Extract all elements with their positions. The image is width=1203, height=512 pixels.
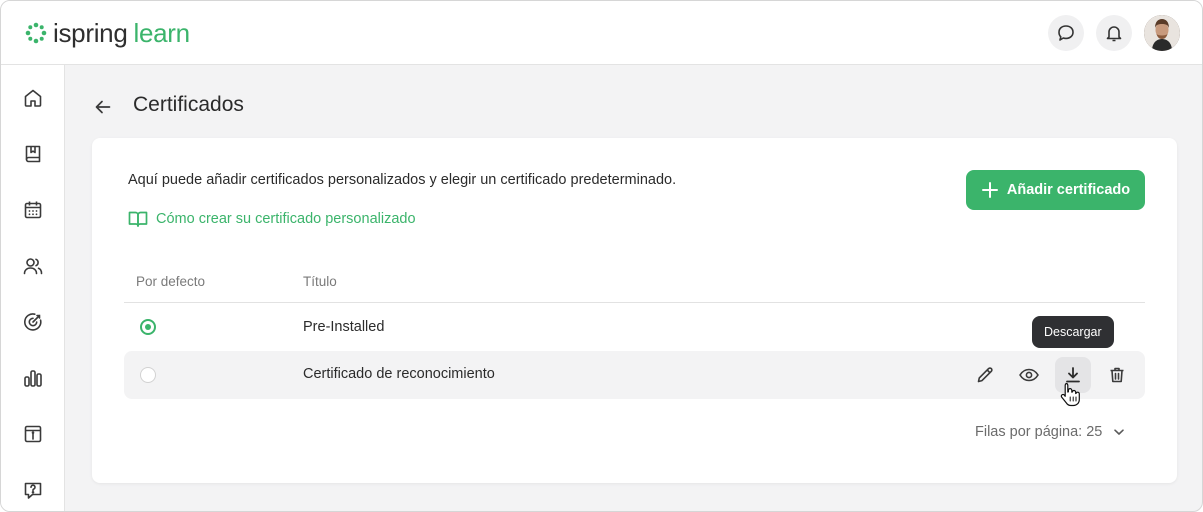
table-row[interactable]: Certificado de reconocimiento (124, 351, 1145, 399)
trash-icon (1110, 367, 1124, 383)
intro-text: Aquí puede añadir certificados personali… (128, 172, 677, 188)
sidebar-item-calendar[interactable] (19, 196, 47, 224)
sidebar-item-goals[interactable] (19, 308, 47, 336)
download-tooltip: Descargar (1032, 316, 1114, 348)
default-radio-selected[interactable] (140, 319, 156, 335)
sidebar-item-reports[interactable] (19, 364, 47, 392)
howto-link[interactable]: Cómo crear su certificado personalizado (128, 210, 416, 228)
rows-per-page-selector[interactable]: Filas por página: 25 (975, 424, 1126, 440)
top-header: ispring learn (1, 1, 1202, 65)
target-icon (24, 313, 42, 331)
sidebar-item-home[interactable] (19, 84, 47, 112)
open-book-icon (128, 211, 148, 227)
help-chat-icon (24, 482, 42, 499)
book-icon (25, 145, 41, 163)
default-radio[interactable] (140, 367, 156, 383)
rows-per-page-label: Filas por página: (975, 424, 1083, 440)
rows-per-page-value: 25 (1086, 424, 1103, 440)
chevron-down-icon (1114, 429, 1125, 435)
pencil-icon (977, 367, 993, 383)
certificate-title: Pre-Installed (303, 319, 385, 335)
chat-button[interactable] (1048, 15, 1084, 51)
avatar[interactable] (1144, 15, 1180, 51)
sidebar-item-info[interactable] (19, 420, 47, 448)
edit-button[interactable] (967, 357, 1003, 393)
home-icon (24, 89, 42, 107)
certificate-title: Certificado de reconocimiento (303, 366, 495, 382)
back-button[interactable] (91, 95, 115, 119)
chat-icon (1058, 25, 1074, 41)
add-certificate-button[interactable]: Añadir certificado (966, 170, 1145, 210)
sidebar-item-users[interactable] (19, 252, 47, 280)
arrow-left-icon (95, 100, 111, 114)
calendar-icon (24, 201, 42, 219)
add-certificate-label: Añadir certificado (1006, 182, 1131, 198)
howto-link-text[interactable]: Cómo crear su certificado personalizado (156, 211, 416, 227)
eye-icon (1019, 368, 1039, 382)
app-window: ispring learn Certificados Aquí puede añ… (0, 0, 1203, 512)
sidebar-item-help[interactable] (19, 476, 47, 504)
ispring-logo-icon (25, 22, 47, 44)
table-row[interactable]: Pre-Installed (124, 303, 1145, 351)
delete-button[interactable] (1099, 357, 1135, 393)
logo[interactable]: ispring learn (25, 19, 190, 47)
info-box-icon (24, 425, 42, 443)
bar-chart-icon (24, 370, 42, 387)
page-title: Certificados (133, 93, 244, 116)
users-icon (23, 258, 43, 275)
notifications-button[interactable] (1096, 15, 1132, 51)
certificates-card: Aquí puede añadir certificados personali… (92, 138, 1177, 483)
sidebar-item-courses[interactable] (19, 140, 47, 168)
plus-icon (981, 182, 998, 198)
sidebar (1, 65, 65, 511)
hand-cursor-icon (1059, 381, 1081, 412)
logo-text-sub: learn (133, 18, 191, 48)
column-header-title: Título (303, 274, 337, 289)
column-header-default: Por defecto (136, 274, 206, 289)
user-photo-icon (1144, 15, 1180, 51)
logo-text-main: ispring (53, 18, 128, 48)
bell-icon (1106, 26, 1122, 42)
preview-button[interactable] (1011, 357, 1047, 393)
